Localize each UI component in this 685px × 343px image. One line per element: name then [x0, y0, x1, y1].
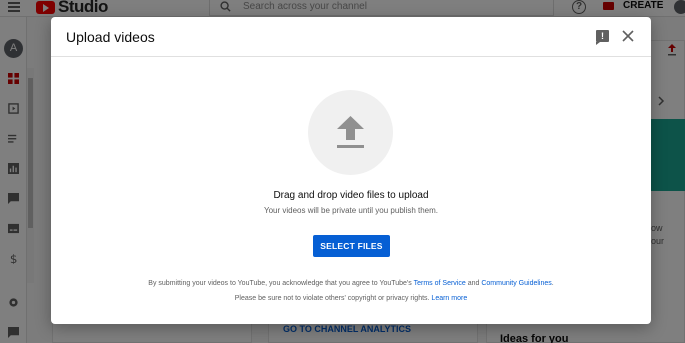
drag-drop-title: Drag and drop video files to upload: [273, 190, 429, 201]
learn-more-link[interactable]: Learn more: [431, 295, 467, 302]
upload-dialog: Upload videos ! Drag and drop video file…: [51, 17, 651, 324]
legal-text-line-2: Please be sure not to violate others' co…: [51, 295, 651, 302]
privacy-note: Your videos will be private until you pu…: [263, 206, 439, 215]
legal-prefix: By submitting your videos to YouTube, yo…: [148, 280, 414, 287]
legal-period: .: [551, 280, 554, 287]
upload-arrow-icon: [337, 116, 364, 148]
terms-of-service-link[interactable]: Terms of Service: [414, 280, 466, 287]
select-files-button[interactable]: SELECT FILES: [313, 235, 390, 257]
legal-and: and: [465, 280, 482, 287]
upload-drop-zone[interactable]: [308, 90, 393, 175]
dialog-header: Upload videos !: [51, 17, 651, 57]
dialog-title: Upload videos: [66, 29, 155, 45]
legal-text-line-1: By submitting your videos to YouTube, yo…: [51, 280, 651, 287]
feedback-icon[interactable]: !: [596, 30, 609, 45]
community-guidelines-link[interactable]: Community Guidelines: [481, 280, 551, 287]
copyright-note: Please be sure not to violate others' co…: [234, 295, 432, 302]
close-icon[interactable]: [621, 29, 635, 43]
